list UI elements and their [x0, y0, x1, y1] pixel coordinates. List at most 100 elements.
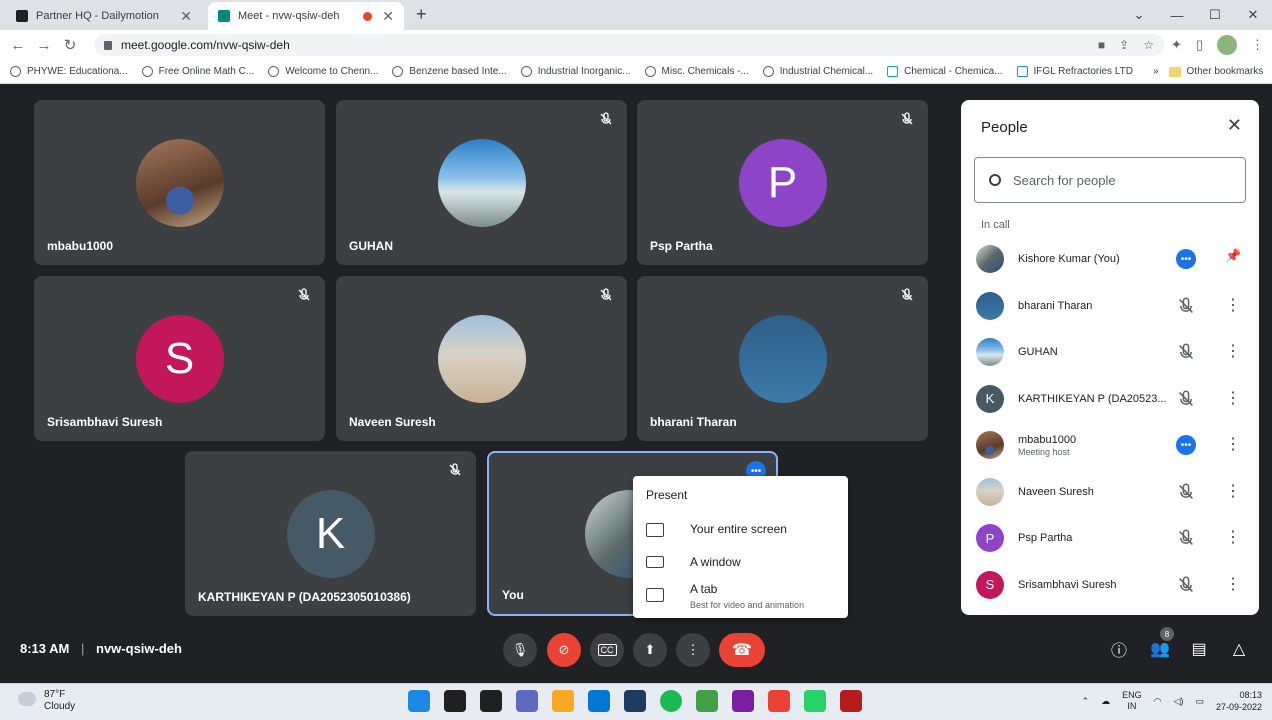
taskbar-app-icon[interactable]: [804, 690, 826, 712]
search-people-input[interactable]: Search for people: [974, 157, 1246, 203]
more-vert-icon[interactable]: ⋮: [1225, 527, 1241, 547]
other-bookmarks[interactable]: Other bookmarks: [1168, 66, 1263, 77]
mic-off-icon[interactable]: [1176, 296, 1196, 316]
taskbar-app-icon[interactable]: [624, 690, 646, 712]
participant-list-item[interactable]: S Srisambhavi Suresh ⋮: [976, 570, 1246, 600]
microphone-button[interactable]: 🎙: [503, 633, 537, 667]
taskbar-app-icon[interactable]: [516, 690, 538, 712]
activities-button[interactable]: △: [1227, 637, 1251, 661]
forward-icon[interactable]: →: [31, 37, 57, 54]
tab-dailymotion[interactable]: Partner HQ - Dailymotion ✕: [6, 2, 202, 30]
wifi-icon[interactable]: ◠: [1154, 696, 1162, 707]
more-vert-icon[interactable]: ⋮: [1225, 434, 1241, 454]
more-vert-icon[interactable]: ⋮: [1225, 295, 1241, 315]
reload-icon[interactable]: ↻: [57, 36, 83, 54]
participant-tile[interactable]: Naveen Suresh: [336, 276, 627, 441]
more-vert-icon[interactable]: ⋮: [1225, 341, 1241, 361]
captions-button[interactable]: CC: [590, 633, 624, 667]
participant-list-item[interactable]: P Psp Partha ⋮: [976, 523, 1246, 553]
new-tab-button[interactable]: +: [416, 4, 427, 25]
more-vert-icon[interactable]: ⋮: [1225, 388, 1241, 408]
omnibox[interactable]: meet.google.com/nvw-qsiw-deh ■ ⇪ ☆: [94, 34, 1164, 56]
profile-avatar[interactable]: [1217, 35, 1237, 55]
side-panel-icon[interactable]: ▯: [1196, 37, 1203, 53]
onedrive-icon[interactable]: ☁: [1101, 696, 1110, 707]
volume-icon[interactable]: ◁): [1174, 696, 1184, 707]
mic-off-icon[interactable]: [1176, 389, 1196, 409]
mic-off-icon[interactable]: [1176, 575, 1196, 595]
bookmark-item[interactable]: PHYWE: Educationa...: [10, 66, 128, 77]
participant-tile[interactable]: bharani Tharan: [637, 276, 928, 441]
present-window[interactable]: A window: [646, 555, 741, 569]
tab-search-icon[interactable]: ⌄: [1120, 7, 1158, 23]
close-window-button[interactable]: ✕: [1234, 7, 1272, 23]
participant-tile[interactable]: GUHAN: [336, 100, 627, 265]
chat-button[interactable]: ▤: [1187, 637, 1211, 661]
close-icon[interactable]: ✕: [1227, 115, 1242, 136]
more-options-button[interactable]: ⋮: [676, 633, 710, 667]
participant-list-item[interactable]: K KARTHIKEYAN P (DA20523... ⋮: [976, 384, 1246, 414]
leave-call-button[interactable]: ☎: [719, 633, 765, 667]
extensions-icon[interactable]: ✦: [1171, 37, 1182, 53]
present-entire-screen[interactable]: Your entire screen: [646, 522, 787, 537]
weather-widget[interactable]: 87°F Cloudy: [44, 689, 75, 713]
participant-tile[interactable]: P Psp Partha: [637, 100, 928, 265]
tab-label: Partner HQ - Dailymotion: [36, 10, 159, 22]
taskbar-app-icon[interactable]: [444, 690, 466, 712]
participant-list-item[interactable]: mbabu1000 Meeting host ••• ⋮: [976, 430, 1246, 460]
clock[interactable]: 08:13 27-09-2022: [1216, 689, 1262, 713]
taskbar-app-icon[interactable]: [660, 690, 682, 712]
minimize-button[interactable]: —: [1158, 8, 1196, 23]
taskbar-app-icon[interactable]: [588, 690, 610, 712]
taskbar-app-icon[interactable]: [408, 690, 430, 712]
close-tab-icon[interactable]: ✕: [382, 8, 394, 25]
mic-off-icon: [298, 288, 310, 301]
mic-off-icon[interactable]: [1176, 482, 1196, 502]
bookmark-item[interactable]: IFGL Refractories LTD: [1016, 66, 1133, 77]
bookmark-item[interactable]: Chemical - Chemica...: [887, 66, 1003, 77]
present-button[interactable]: ⬆: [633, 633, 667, 667]
language-indicator[interactable]: ENG IN: [1122, 690, 1142, 712]
meeting-details-button[interactable]: ⓘ: [1107, 637, 1131, 661]
taskbar-app-icon[interactable]: [696, 690, 718, 712]
more-bookmarks-icon[interactable]: »: [1153, 66, 1159, 77]
participant-tile[interactable]: K KARTHIKEYAN P (DA2052305010386): [185, 451, 476, 616]
mic-off-icon[interactable]: [1176, 528, 1196, 548]
mic-off-icon[interactable]: [1176, 342, 1196, 362]
people-button[interactable]: 👥 8: [1148, 627, 1174, 661]
bookmark-star-icon[interactable]: ☆: [1143, 38, 1154, 52]
participant-list-item[interactable]: bharani Tharan ⋮: [976, 291, 1246, 321]
bookmark-item[interactable]: Misc. Chemicals -...: [644, 66, 749, 77]
back-icon[interactable]: ←: [5, 37, 31, 54]
bookmark-item[interactable]: Free Online Math C...: [141, 66, 254, 77]
participant-list-item[interactable]: GUHAN ⋮: [976, 337, 1246, 367]
taskbar-app-icon[interactable]: [732, 690, 754, 712]
participant-tile[interactable]: S Srisambhavi Suresh: [34, 276, 325, 441]
participant-list-item[interactable]: Kishore Kumar (You) ••• 📌: [976, 244, 1246, 274]
tab-meet[interactable]: Meet - nvw-qsiw-deh ✕: [208, 2, 404, 30]
camera-in-use-icon[interactable]: ■: [1098, 38, 1105, 52]
chrome-menu-icon[interactable]: ⋮: [1251, 37, 1264, 53]
bookmark-item[interactable]: Industrial Chemical...: [762, 66, 873, 77]
close-tab-icon[interactable]: ✕: [180, 8, 192, 25]
chevron-up-icon[interactable]: ⌃: [1082, 696, 1090, 707]
present-tab[interactable]: A tab Best for video and animation: [646, 582, 804, 610]
participant-list-name: Naveen Suresh: [1018, 486, 1168, 498]
more-vert-icon[interactable]: ⋮: [1225, 481, 1241, 501]
taskbar-app-icon[interactable]: [552, 690, 574, 712]
participant-list-item[interactable]: Naveen Suresh ⋮: [976, 477, 1246, 507]
maximize-button[interactable]: ☐: [1196, 7, 1234, 23]
taskbar-app-icon[interactable]: [768, 690, 790, 712]
taskbar-app-icon[interactable]: [840, 690, 862, 712]
bookmark-item[interactable]: Industrial Inorganic...: [520, 66, 631, 77]
more-vert-icon[interactable]: ⋮: [1225, 574, 1241, 594]
url-text[interactable]: meet.google.com/nvw-qsiw-deh: [121, 38, 290, 52]
bookmark-item[interactable]: Benzene based Inte...: [392, 66, 507, 77]
camera-off-button[interactable]: ⊘: [547, 633, 581, 667]
bookmark-item[interactable]: Welcome to Chenn...: [268, 66, 378, 77]
participant-tile[interactable]: mbabu1000: [34, 100, 325, 265]
taskbar-app-icon[interactable]: [480, 690, 502, 712]
battery-icon[interactable]: ▭: [1195, 696, 1204, 707]
pin-icon[interactable]: 📌: [1225, 248, 1241, 264]
share-icon[interactable]: ⇪: [1119, 38, 1129, 52]
